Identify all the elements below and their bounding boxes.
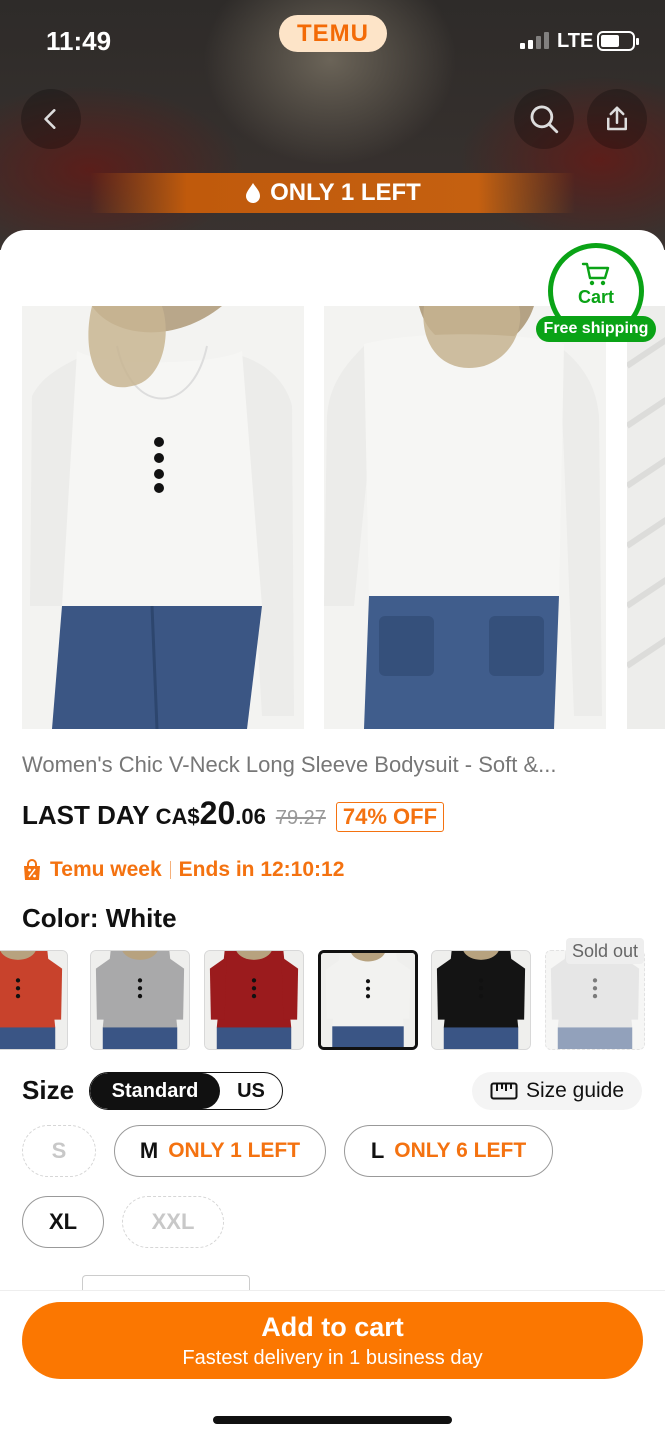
swatch-illustration — [205, 951, 303, 1049]
color-heading: Color: White — [22, 903, 177, 933]
size-s-label: S — [51, 1138, 67, 1163]
size-system-toggle[interactable]: Standard US — [89, 1072, 283, 1110]
discount-badge: 74% OFF — [335, 802, 445, 832]
size-heading: Size — [22, 1075, 75, 1105]
signal-icon — [520, 32, 549, 49]
swatch-illustration — [432, 951, 530, 1049]
size-option-l[interactable]: L ONLY 6 LEFT — [344, 1125, 553, 1177]
promo-countdown: Ends in 12:10:12 — [178, 858, 345, 881]
status-bar: 11:49 TEMU LTE — [0, 0, 665, 84]
size-m-stock: ONLY 1 LEFT — [168, 1139, 301, 1162]
photo-front-illustration — [22, 306, 304, 729]
size-us-option[interactable]: US — [220, 1073, 282, 1109]
search-button[interactable] — [514, 89, 574, 149]
color-swatch[interactable] — [90, 950, 190, 1050]
product-photo-back[interactable] — [324, 306, 606, 729]
size-standard-option[interactable]: Standard — [90, 1073, 220, 1109]
stock-banner: ONLY 1 LEFT — [90, 173, 575, 213]
swatch-illustration — [91, 951, 189, 1049]
color-swatch[interactable] — [318, 950, 418, 1050]
product-gallery[interactable] — [0, 306, 665, 729]
color-swatch[interactable] — [204, 950, 304, 1050]
cart-label: Cart — [577, 286, 614, 307]
size-l-stock: ONLY 6 LEFT — [394, 1139, 527, 1162]
size-guide-button[interactable]: Size guide — [472, 1072, 642, 1110]
delivery-note: Fastest delivery in 1 business day — [182, 1346, 483, 1369]
product-photo-front[interactable] — [22, 306, 304, 729]
temu-logo[interactable]: TEMU — [279, 15, 387, 52]
size-xl-label: XL — [48, 1209, 78, 1234]
price-currency: CA$ — [155, 804, 200, 829]
chevron-left-icon — [44, 109, 56, 129]
color-swatch[interactable] — [0, 950, 68, 1050]
network-label: LTE — [557, 30, 594, 52]
size-option-s[interactable]: S — [22, 1125, 96, 1177]
color-swatch[interactable] — [431, 950, 531, 1050]
battery-icon — [597, 31, 639, 51]
stock-banner-text: ONLY 1 LEFT — [270, 179, 421, 206]
shopping-bag-percent-icon — [24, 859, 40, 880]
home-indicator[interactable] — [213, 1416, 452, 1424]
price-decimal: .06 — [235, 804, 266, 829]
price-row: LAST DAY CA$20.06 79.27 74% OFF — [22, 795, 445, 832]
ruler-icon — [490, 1082, 518, 1100]
product-photo-detail[interactable] — [627, 306, 665, 729]
photo-detail-illustration — [627, 306, 665, 729]
status-time: 11:49 — [46, 26, 112, 56]
color-swatch[interactable] — [545, 950, 645, 1050]
swatch-illustration — [0, 951, 67, 1049]
product-title[interactable]: Women's Chic V-Neck Long Sleeve Bodysuit… — [22, 752, 642, 778]
size-m-label: M — [139, 1138, 159, 1163]
size-option-xl[interactable]: XL — [22, 1196, 104, 1248]
promo-row[interactable]: Temu week Ends in 12:10:12 — [22, 858, 344, 882]
size-option-xxl[interactable]: XXL — [122, 1196, 224, 1248]
share-button[interactable] — [587, 89, 647, 149]
swatch-illustration — [546, 951, 644, 1049]
original-price: 79.27 — [275, 807, 326, 829]
size-guide-label: Size guide — [525, 1079, 625, 1102]
size-xxl-label: XXL — [151, 1209, 195, 1234]
swatch-illustration — [321, 953, 415, 1047]
flame-icon — [246, 183, 261, 203]
share-icon — [607, 106, 627, 131]
free-shipping-badge: Free shipping — [536, 316, 656, 342]
photo-back-illustration — [324, 306, 606, 729]
size-l-label: L — [370, 1138, 385, 1163]
add-to-cart-button[interactable]: Add to cart Fastest delivery in 1 busine… — [22, 1302, 643, 1379]
promo-label: Temu week — [50, 858, 162, 881]
size-option-m[interactable]: M ONLY 1 LEFT — [114, 1125, 326, 1177]
price: CA$20.06 — [156, 795, 266, 832]
price-integer: 20 — [199, 795, 236, 831]
add-to-cart-label: Add to cart — [261, 1311, 404, 1342]
search-icon — [530, 105, 559, 134]
sold-out-badge: Sold out — [566, 938, 645, 964]
price-prefix: LAST DAY — [22, 800, 150, 830]
cart-badge[interactable]: Cart Free shipping — [536, 243, 656, 343]
cart-icon — [581, 262, 610, 285]
back-button[interactable] — [21, 89, 81, 149]
promo-divider — [169, 861, 171, 879]
